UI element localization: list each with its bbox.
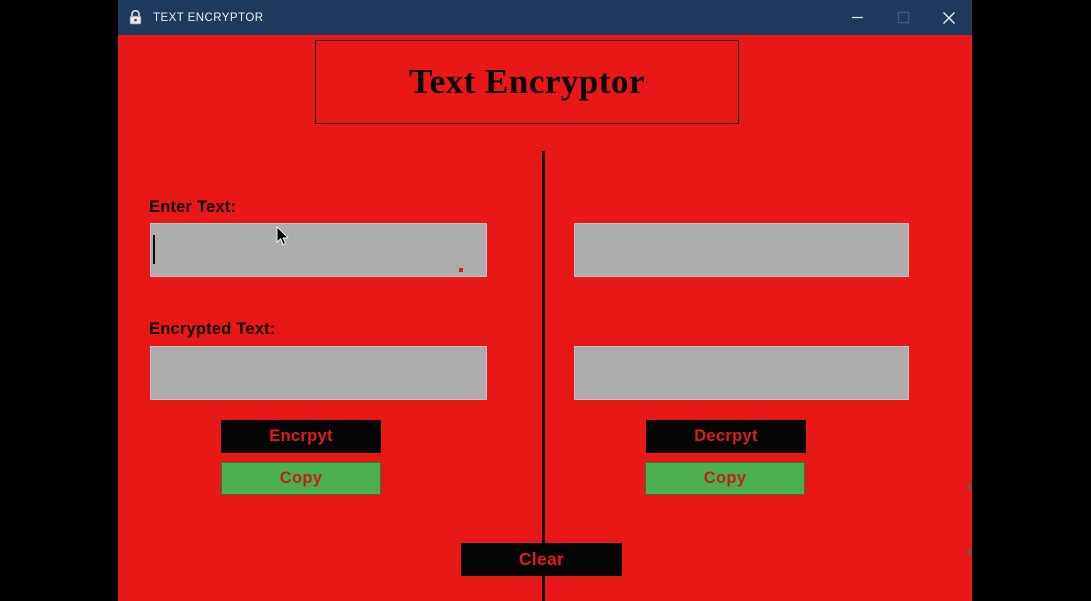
plain-text-input-left[interactable] (150, 223, 487, 277)
copy-decrypted-button[interactable]: Copy (645, 462, 805, 495)
text-caret (153, 235, 155, 264)
page-title: Text Encryptor (408, 62, 646, 101)
encrypted-text-input-right[interactable] (574, 346, 909, 400)
application-window: TEXT ENCRYPTOR Text Encryptor Enter Text… (118, 0, 972, 601)
window-controls (834, 0, 972, 35)
clear-button[interactable]: Clear (461, 543, 622, 576)
plain-text-input-right[interactable] (574, 223, 909, 277)
title-bar-left-group: TEXT ENCRYPTOR (118, 9, 834, 26)
field-artifact-dot (459, 268, 463, 272)
label-enter-text: Enter Text: (149, 198, 237, 216)
close-icon (943, 11, 955, 24)
edge-artifact (968, 548, 972, 555)
minimize-button[interactable] (834, 0, 880, 35)
maximize-button[interactable] (880, 0, 926, 35)
title-bar: TEXT ENCRYPTOR (118, 0, 972, 35)
padlock-icon (127, 9, 144, 26)
vertical-divider (542, 151, 545, 601)
screen-letterbox: TEXT ENCRYPTOR Text Encryptor Enter Text… (0, 0, 1091, 601)
minimize-icon (851, 16, 863, 19)
close-button[interactable] (926, 0, 972, 35)
copy-encrypted-button[interactable]: Copy (221, 462, 381, 495)
label-encrypted-text: Encrypted Text: (149, 320, 276, 338)
edge-artifact (968, 483, 972, 490)
encrypt-button[interactable]: Encrpyt (221, 420, 381, 453)
window-title: TEXT ENCRYPTOR (153, 11, 264, 24)
decrypt-button[interactable]: Decrpyt (646, 420, 806, 453)
maximize-icon (897, 11, 909, 24)
encrypted-text-input-left[interactable] (150, 346, 487, 400)
title-plaque: Text Encryptor (315, 40, 739, 124)
